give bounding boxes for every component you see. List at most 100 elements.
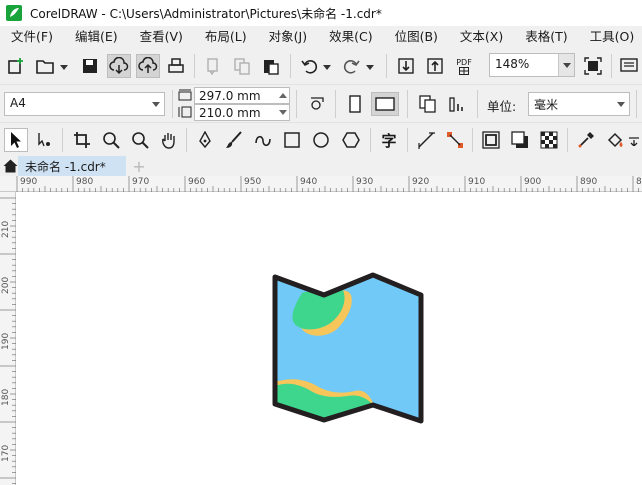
menu-view[interactable]: 查看(V)	[129, 26, 194, 48]
shape-tool-icon[interactable]	[34, 130, 56, 150]
contour-tool-icon[interactable]	[481, 130, 501, 150]
height-spin-down-icon[interactable]	[279, 110, 287, 115]
drawing-canvas[interactable]	[17, 193, 642, 485]
folded-map-illustration[interactable]	[17, 193, 642, 485]
property-bar: A4 297.0 mm 210.0 mm 单位: 毫米	[0, 84, 642, 122]
all-pages-icon[interactable]	[417, 93, 439, 115]
ruler-h-label: 8	[636, 177, 642, 187]
page-size-chevron-down-icon[interactable]	[148, 93, 164, 115]
toolbar-separator	[370, 128, 371, 152]
horizontal-ruler[interactable]: 990 980 970 960 950 940 930 920 910 900 …	[0, 176, 642, 192]
add-tab-button[interactable]: +	[128, 156, 150, 176]
window-title: CorelDRAW - C:\Users\Administrator\Pictu…	[30, 6, 382, 21]
polygon-tool-icon[interactable]	[340, 130, 362, 150]
toolbar-separator	[186, 128, 187, 152]
menu-bitmaps[interactable]: 位图(B)	[384, 26, 449, 48]
home-icon[interactable]	[2, 158, 18, 174]
new-document-icon[interactable]	[6, 56, 26, 76]
ruler-h-label: 970	[132, 177, 150, 187]
page-height-field[interactable]: 210.0 mm	[194, 104, 290, 121]
units-chevron-down-icon[interactable]	[613, 93, 629, 115]
brush-tool-icon[interactable]	[224, 130, 244, 150]
page-height-value: 210.0 mm	[199, 106, 261, 120]
crop-tool-icon[interactable]	[72, 130, 92, 150]
toolbar-separator	[472, 128, 473, 152]
ruler-v-label: 180	[1, 388, 11, 406]
cut-icon[interactable]	[203, 56, 223, 76]
menu-object[interactable]: 对象(J)	[258, 26, 318, 48]
menu-edit[interactable]: 编辑(E)	[64, 26, 129, 48]
ruler-h-label: 900	[524, 177, 542, 187]
pen-tool-icon[interactable]	[195, 130, 215, 150]
zoom-tool-icon[interactable]	[101, 130, 121, 150]
toolbox: 字	[0, 122, 642, 156]
page-width-icon	[177, 88, 193, 102]
units-dropdown[interactable]: 毫米	[528, 92, 630, 116]
transparency-tool-icon[interactable]	[539, 130, 559, 150]
menu-layout[interactable]: 布局(L)	[194, 26, 258, 48]
ruler-h-label: 940	[300, 177, 318, 187]
menu-text[interactable]: 文本(X)	[449, 26, 514, 48]
plus-icon: +	[132, 156, 146, 176]
page-size-dropdown[interactable]: A4	[4, 92, 165, 116]
ruler-v-label: 200	[1, 276, 11, 294]
import-icon[interactable]	[396, 56, 416, 76]
vertical-ruler[interactable]: 210 200 190 180 170	[0, 192, 16, 485]
ellipse-tool-icon[interactable]	[311, 130, 331, 150]
standard-toolbar: PDF 148%	[0, 48, 642, 84]
undo-icon[interactable]	[299, 56, 319, 76]
cloud-download-icon[interactable]	[107, 54, 131, 78]
toolbar-separator	[296, 90, 297, 118]
publish-pdf-button[interactable]: PDF	[452, 55, 476, 77]
save-icon[interactable]	[80, 56, 100, 76]
toolbar-separator	[62, 128, 63, 152]
rectangle-tool-icon[interactable]	[282, 130, 302, 150]
dimension-tool-icon[interactable]	[416, 130, 436, 150]
cloud-upload-icon[interactable]	[136, 54, 160, 78]
eyedropper-tool-icon[interactable]	[576, 130, 596, 150]
undo-dropdown-icon[interactable]	[322, 62, 332, 72]
toolbox-overflow-icon[interactable]	[628, 135, 640, 147]
redo-dropdown-icon[interactable]	[365, 62, 375, 72]
drop-shadow-tool-icon[interactable]	[510, 130, 530, 150]
ruler-h-label: 930	[356, 177, 374, 187]
options-icon[interactable]	[618, 56, 640, 76]
smart-fill-tool-icon[interactable]	[253, 130, 273, 150]
connector-tool-icon[interactable]	[445, 130, 465, 150]
page-width-field[interactable]: 297.0 mm	[194, 87, 290, 104]
redo-icon[interactable]	[342, 56, 362, 76]
open-dropdown-icon[interactable]	[59, 62, 69, 72]
ruler-v-label: 210	[1, 220, 11, 238]
ruler-h-label: 990	[20, 177, 38, 187]
title-bar: CorelDRAW - C:\Users\Administrator\Pictu…	[0, 0, 642, 26]
ruler-h-label: 980	[76, 177, 94, 187]
landscape-icon[interactable]	[371, 92, 399, 116]
print-icon[interactable]	[166, 56, 186, 76]
zoom-out-tool-icon[interactable]	[130, 130, 150, 150]
page-origin-icon[interactable]	[306, 94, 328, 114]
pick-tool-icon[interactable]	[4, 128, 28, 152]
copy-icon[interactable]	[232, 56, 252, 76]
current-page-icon[interactable]	[447, 93, 469, 115]
full-screen-icon[interactable]	[583, 56, 603, 76]
zoom-level-dropdown[interactable]: 148%	[489, 53, 575, 77]
paste-icon[interactable]	[261, 56, 281, 76]
interactive-fill-tool-icon[interactable]	[605, 130, 625, 150]
menu-effects[interactable]: 效果(C)	[318, 26, 383, 48]
units-value: 毫米	[534, 98, 559, 112]
pdf-grid-icon	[459, 66, 469, 75]
document-tab[interactable]: 未命名 -1.cdr*	[18, 156, 126, 176]
menu-tools[interactable]: 工具(O)	[579, 26, 642, 48]
text-tool-icon[interactable]: 字	[379, 130, 399, 150]
export-icon[interactable]	[425, 56, 445, 76]
open-folder-icon[interactable]	[34, 56, 56, 76]
zoom-chevron-down-icon[interactable]	[558, 54, 574, 76]
menu-table[interactable]: 表格(T)	[514, 26, 578, 48]
pan-hand-icon[interactable]	[159, 130, 179, 150]
units-label: 单位:	[487, 99, 517, 114]
portrait-icon[interactable]	[345, 93, 365, 115]
toolbar-separator	[611, 54, 612, 78]
menu-file[interactable]: 文件(F)	[0, 26, 64, 48]
width-spin-up-icon[interactable]	[279, 93, 287, 98]
toolbar-separator	[567, 128, 568, 152]
